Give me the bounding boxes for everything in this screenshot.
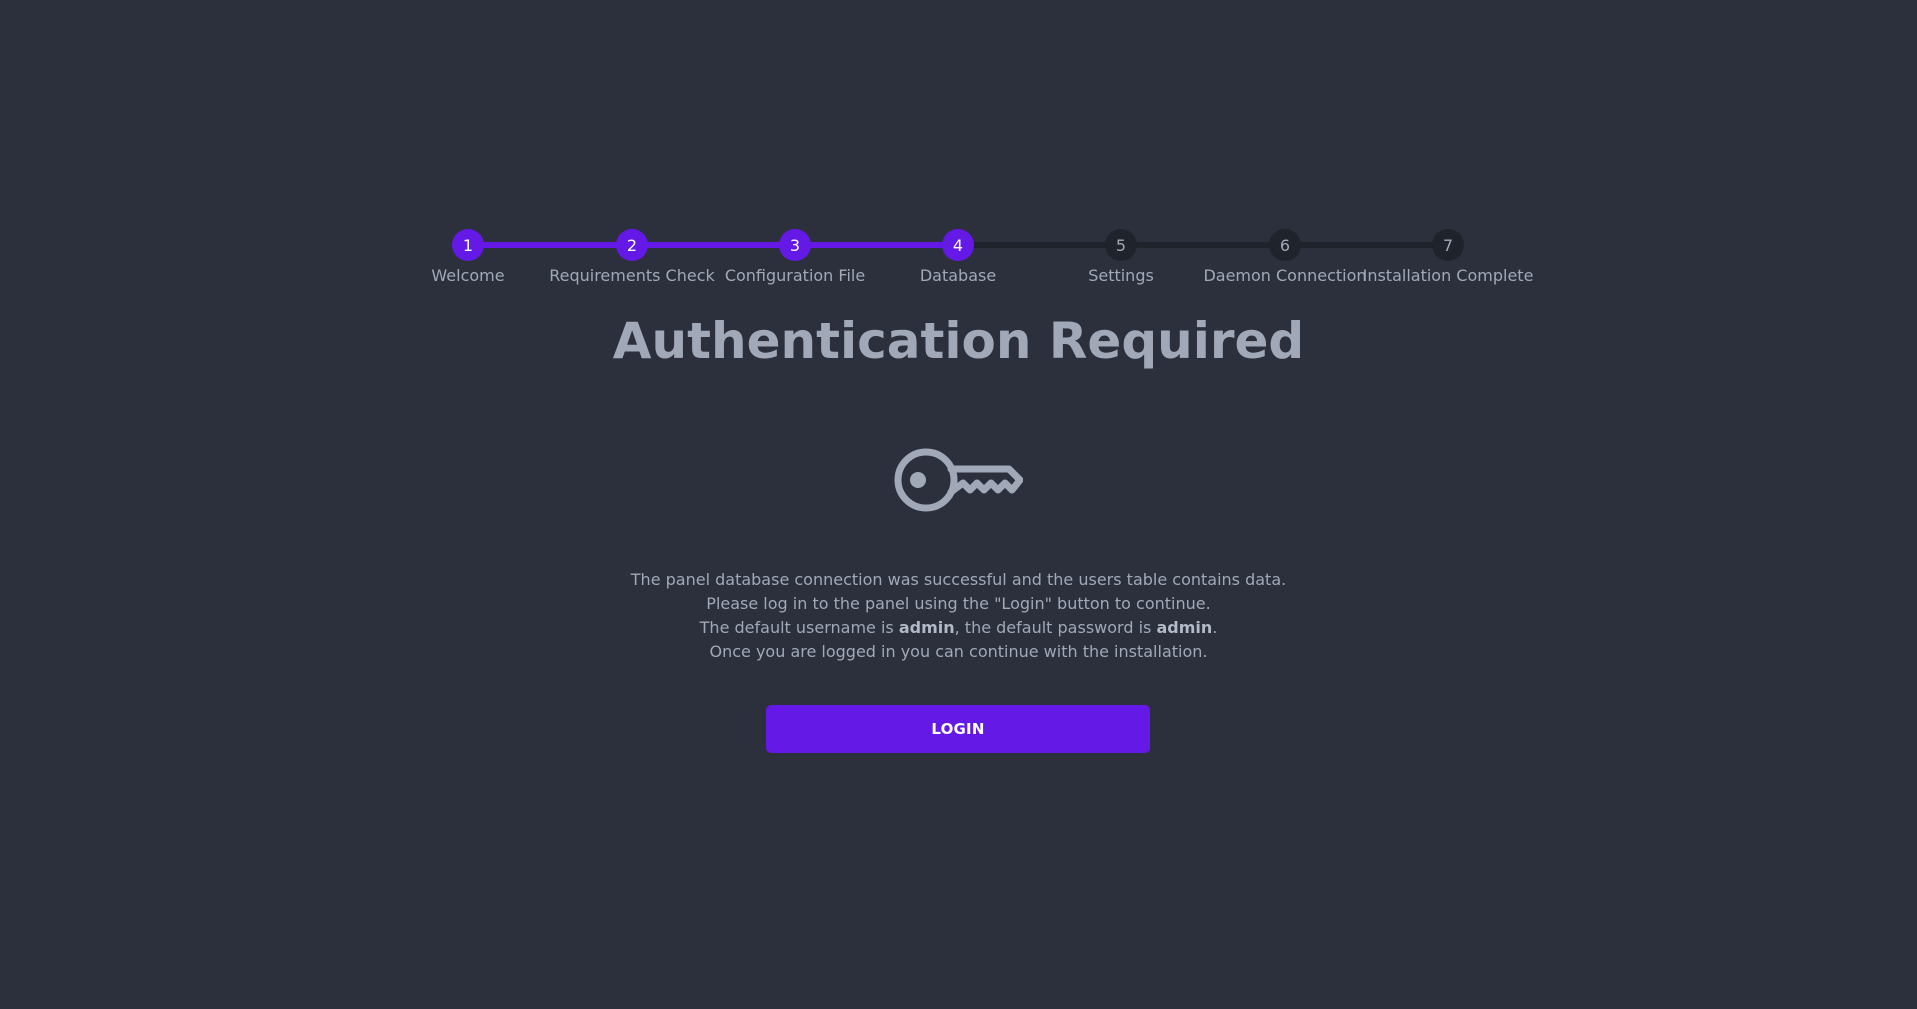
- page-title: Authentication Required: [612, 312, 1305, 370]
- default-password: admin: [1156, 618, 1213, 637]
- step-number: 3: [779, 229, 811, 261]
- message-line-4: Once you are logged in you can continue …: [709, 642, 1208, 661]
- login-button[interactable]: LOGIN: [766, 705, 1150, 753]
- installation-stepper: 1 Welcome 2 Requirements Check 3 Configu…: [0, 0, 1917, 300]
- step-number: 5: [1105, 229, 1137, 261]
- step-number: 7: [1432, 229, 1464, 261]
- message-line-3-middle: , the default password is: [954, 618, 1157, 637]
- step-number: 1: [452, 229, 484, 261]
- step-number: 2: [616, 229, 648, 261]
- message-line-3: The default username is admin, the defau…: [0, 616, 1917, 640]
- default-username: admin: [898, 618, 955, 637]
- step-number: 4: [942, 229, 974, 261]
- message-line-2: Please log in to the panel using the "Lo…: [706, 594, 1211, 613]
- message-line-3-prefix: The default username is: [699, 618, 899, 637]
- message-line-1: The panel database connection was succes…: [630, 570, 1287, 589]
- message-line-3-suffix: .: [1212, 618, 1218, 637]
- auth-message: The panel database connection was succes…: [0, 568, 1917, 664]
- step-installation-complete: 7 Installation Complete: [1348, 229, 1548, 285]
- key-icon: [893, 447, 1024, 513]
- step-label: Installation Complete: [1362, 266, 1534, 285]
- step-number: 6: [1269, 229, 1301, 261]
